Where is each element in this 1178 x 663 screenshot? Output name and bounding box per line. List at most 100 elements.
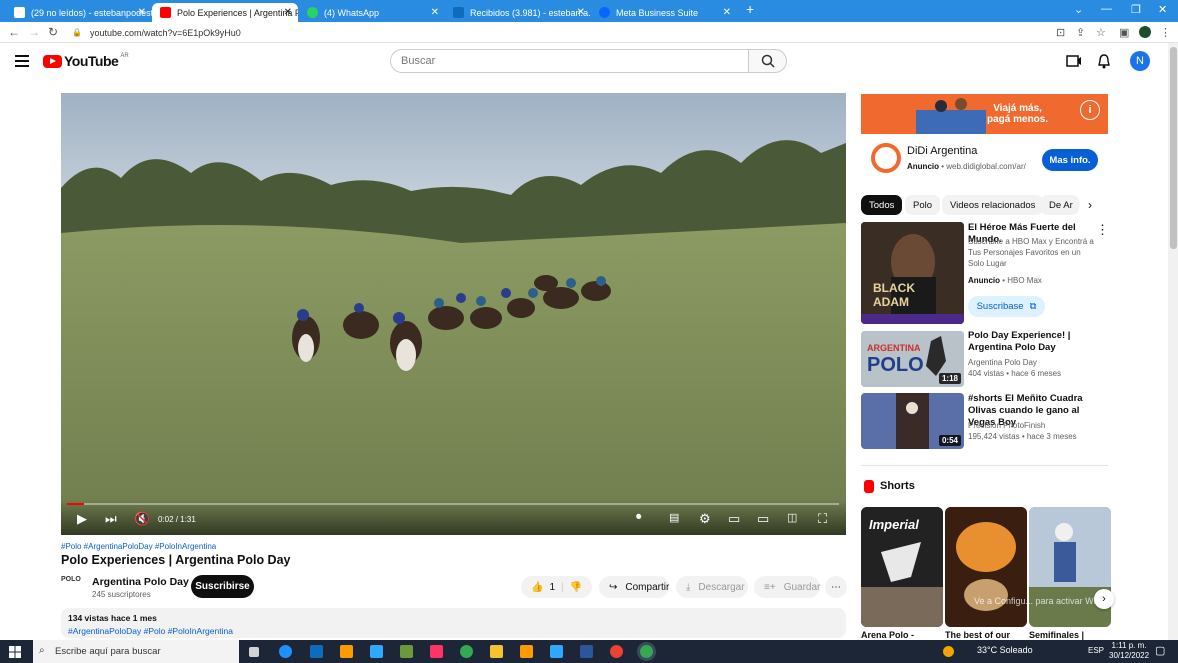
fullscreen-icon[interactable]: ⛶ [818, 511, 827, 527]
scrollbar-thumb[interactable] [1170, 47, 1177, 249]
language-indicator[interactable]: ESP [1088, 646, 1104, 655]
save-button[interactable]: ≡+ Guardar [754, 576, 820, 598]
windows-start-icon[interactable] [9, 646, 21, 658]
youtube-logo[interactable]: YouTube AR [43, 53, 129, 69]
advertiser-name[interactable]: DiDi Argentina [907, 145, 977, 157]
back-icon[interactable]: ← [8, 25, 20, 39]
channel-avatar[interactable]: POLO [61, 576, 85, 596]
mail-icon[interactable] [310, 645, 323, 658]
close-icon[interactable]: ✕ [138, 7, 146, 18]
thumbs-down-icon[interactable]: 👎 [570, 582, 582, 593]
close-icon[interactable]: ✕ [431, 7, 439, 18]
ad-subscribe-button[interactable]: Suscribase ⧉ [968, 296, 1045, 317]
hashtags[interactable]: #Polo #ArgentinaPoloDay #PoloInArgentina [61, 542, 216, 551]
chrome-icon[interactable] [610, 645, 623, 658]
chevron-right-icon[interactable]: › [1088, 198, 1092, 212]
search-icon: ⌕ [39, 645, 45, 656]
photoshop-icon[interactable] [370, 645, 383, 658]
create-video-icon[interactable] [1066, 54, 1082, 68]
chip-todos[interactable]: Todos [861, 195, 903, 215]
chip-de-ar[interactable]: De Ar [1041, 195, 1079, 215]
close-icon[interactable]: ✕ [577, 7, 585, 18]
close-icon[interactable]: ✕ [723, 7, 731, 18]
short-title[interactable]: Semifinales | [1029, 630, 1084, 640]
subscribe-button[interactable]: Suscribirse [191, 575, 254, 598]
more-info-button[interactable]: Mas info. [1042, 149, 1098, 171]
thumbs-up-icon[interactable]: 👍 [531, 582, 543, 593]
thumbnail-polo-day[interactable]: ARGENTINA POLO 1:18 [861, 331, 964, 387]
store-icon[interactable] [400, 645, 413, 658]
channel-name[interactable]: Argentina Polo Day [92, 576, 189, 588]
illustrator-icon[interactable] [340, 645, 353, 658]
short-card[interactable] [1029, 507, 1111, 627]
mute-icon[interactable]: 🔇 [134, 511, 150, 527]
chip-polo[interactable]: Polo [905, 195, 941, 215]
download-button[interactable]: ⤓ Descargar [676, 576, 748, 598]
illustrator-icon[interactable] [520, 645, 533, 658]
edge-icon[interactable] [279, 645, 292, 658]
miniplayer-icon[interactable]: ▭ [728, 511, 740, 527]
chevron-down-icon[interactable]: ⌄ [1074, 3, 1083, 16]
thumbnail-hbo[interactable]: BLACK ADAM [861, 222, 964, 324]
tab-whatsapp[interactable]: (4) WhatsApp ✕ [299, 3, 445, 22]
chrome-icon[interactable] [460, 645, 473, 658]
maximize-button[interactable]: ❐ [1131, 3, 1141, 16]
close-icon[interactable]: ✕ [284, 7, 292, 18]
menu-dots-icon[interactable]: ⋮ [1160, 26, 1171, 39]
shorts-next-button[interactable]: › [1094, 589, 1114, 609]
search-button[interactable] [749, 49, 787, 73]
short-card[interactable] [945, 507, 1027, 627]
file-explorer-icon[interactable] [490, 645, 503, 658]
play-button[interactable]: ▶ [77, 511, 87, 527]
bell-icon[interactable] [1097, 53, 1111, 69]
short-title[interactable]: Arena Polo - [861, 630, 914, 640]
avatar[interactable]: N [1130, 51, 1150, 71]
profile-icon[interactable] [1139, 26, 1151, 38]
notifications-icon[interactable]: ▢ [1155, 644, 1165, 657]
taskbar-search-input[interactable]: ⌕ Escribe aquí para buscar [33, 640, 239, 663]
tab-gmail[interactable]: (29 no leídos) - estebanpodesta ✕ [6, 3, 152, 22]
task-view-icon[interactable] [249, 647, 259, 657]
short-card[interactable]: Imperial [861, 507, 943, 627]
progress-bar[interactable] [67, 503, 839, 505]
ad-banner[interactable]: Viajá más, pagá menos. i [861, 94, 1108, 134]
more-actions-button[interactable]: ⋯ [825, 576, 847, 598]
related-title[interactable]: Polo Day Experience! | Argentina Polo Da… [968, 330, 1098, 354]
tab-meta[interactable]: Meta Business Suite ✕ [591, 3, 737, 22]
url-field[interactable]: 🔒 youtube.com/watch?v=6E1pOk9yHu0 [72, 24, 1047, 41]
star-icon[interactable]: ☆ [1096, 26, 1106, 39]
minimize-button[interactable]: — [1101, 3, 1112, 15]
chrome-active-icon[interactable] [640, 645, 653, 658]
tab-outlook[interactable]: Recibidos (3.981) - esteban.a.po ✕ [445, 3, 591, 22]
theater-mode-icon[interactable]: ▭ [757, 511, 769, 527]
hamburger-menu-icon[interactable] [15, 55, 29, 67]
sidebar-icon[interactable]: ▣ [1119, 26, 1129, 39]
word-icon[interactable] [580, 645, 593, 658]
new-tab-button[interactable]: + [746, 1, 754, 17]
reload-icon[interactable]: ↻ [48, 25, 58, 39]
cast-icon[interactable]: ◫ [787, 511, 797, 524]
short-title[interactable]: The best of our [945, 630, 1010, 640]
tab-youtube[interactable]: Polo Experiences | Argentina Polo ✕ [152, 3, 298, 22]
chip-related[interactable]: Videos relacionados [942, 195, 1044, 215]
autoplay-toggle[interactable]: ⏺ [636, 511, 642, 524]
cast-icon[interactable]: ⊡ [1056, 26, 1065, 39]
weather-text[interactable]: 33°C Soleado [962, 645, 1033, 655]
description-hashtags[interactable]: #ArgentinaPoloDay #Polo #PoloInArgentina [68, 626, 839, 636]
description-box[interactable]: 134 vistas hace 1 mes #ArgentinaPoloDay … [61, 608, 846, 638]
next-button[interactable]: ⏭ [105, 511, 117, 527]
settings-gear-icon[interactable]: ⚙ [699, 511, 711, 527]
close-window-button[interactable]: ✕ [1158, 3, 1167, 16]
share-icon[interactable]: ⇪ [1076, 26, 1085, 39]
clock[interactable]: 1:11 p. m. 30/12/2022 [1109, 641, 1149, 661]
search-input[interactable]: Buscar [390, 49, 749, 73]
didi-logo[interactable] [871, 143, 901, 173]
subtitles-icon[interactable]: ▤ [669, 511, 679, 524]
forward-icon[interactable]: → [28, 25, 40, 39]
indesign-icon[interactable] [430, 645, 443, 658]
share-button[interactable]: ↪ Compartir [599, 576, 669, 598]
thumbnail-shorts[interactable]: 0:54 [861, 393, 964, 449]
info-icon[interactable]: i [1080, 100, 1100, 120]
video-player[interactable]: ▶ ⏭ 🔇 0:02 / 1:31 ⏺ ▤ ⚙ ▭ ▭ ◫ ⛶ [61, 93, 846, 535]
photoshop-icon[interactable] [550, 645, 563, 658]
